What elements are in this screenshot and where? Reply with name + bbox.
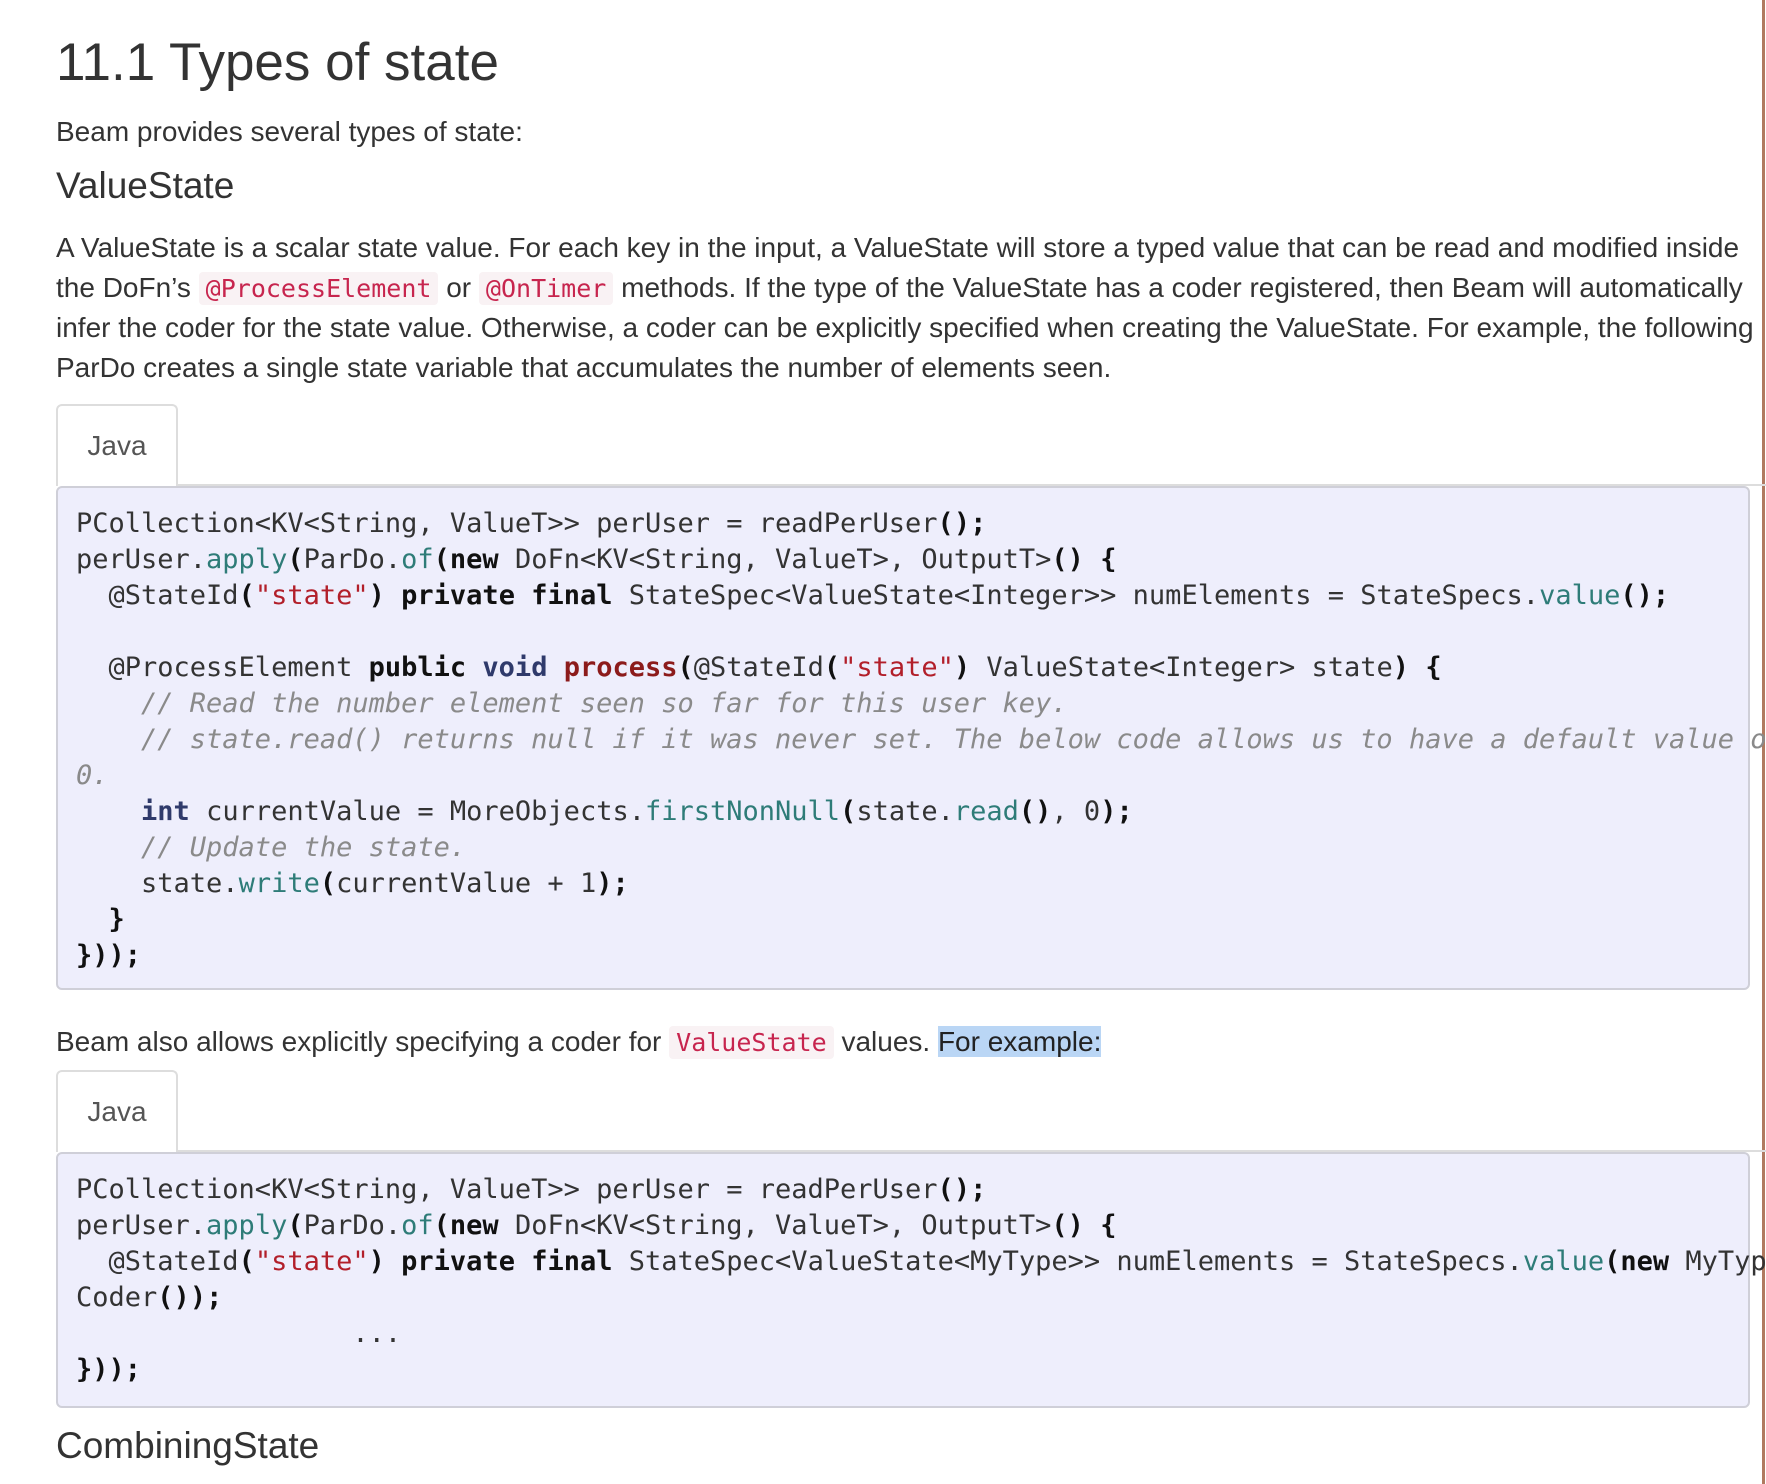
code-line: })); (76, 940, 142, 971)
desc-line: infer the coder for the state value. Oth… (56, 312, 1754, 343)
intro-text: Beam provides several types of state: (56, 116, 523, 147)
valuestate-description: A ValueState is a scalar state value. Fo… (56, 228, 1754, 388)
desc-line: ParDo creates a single state variable th… (56, 352, 1112, 383)
processelement-inline-code: @ProcessElement (198, 272, 439, 305)
page-title: 11.1 Types of state (56, 33, 499, 92)
code-block-coder: PCollection<KV<String, ValueT>> perUser … (56, 1152, 1766, 1408)
code-comment-line: // Update the state. (76, 832, 467, 863)
code-line: PCollection<KV<String, ValueT>> perUser … (76, 1174, 987, 1205)
code-line: @ProcessElement public void process(@Sta… (76, 652, 1442, 683)
code-block-valuestate: PCollection<KV<String, ValueT>> perUser … (56, 486, 1766, 990)
tab-java[interactable]: Java (56, 404, 178, 486)
desc-line: A ValueState is a scalar state value. Fo… (56, 232, 1740, 263)
code-line: PCollection<KV<String, ValueT>> perUser … (76, 508, 987, 539)
code-comment-line: // state.read() returns null if it was n… (76, 724, 1766, 755)
code-line: perUser.apply(ParDo.of(new DoFn<KV<Strin… (76, 1210, 1117, 1241)
code-comment-line: // Read the number element seen so far f… (76, 688, 1068, 719)
valuestate-inline-code: ValueState (669, 1026, 834, 1059)
code-line: @StateId("state") private final StateSpe… (76, 1246, 1766, 1277)
combiningstate-heading: CombiningState (56, 1425, 320, 1466)
code-comment-line: 0. (76, 760, 109, 791)
code-line: perUser.apply(ParDo.of(new DoFn<KV<Strin… (76, 544, 1117, 575)
valuestate-heading: ValueState (56, 165, 235, 206)
code-line: ... (76, 1318, 402, 1349)
code-line: @StateId("state") private final StateSpe… (76, 580, 1670, 611)
selected-text[interactable]: For example: (937, 1026, 1102, 1057)
code-line: state.write(currentValue + 1); (76, 868, 629, 899)
code-line: Coder()); (76, 1282, 223, 1313)
code-line: } (108, 904, 125, 935)
ontimer-inline-code: @OnTimer (478, 272, 614, 305)
code-line: })); (76, 1354, 142, 1385)
coder-paragraph: Beam also allows explicitly specifying a… (56, 1026, 1102, 1059)
tab-java-2[interactable]: Java (56, 1070, 178, 1152)
desc-line: the DoFn’s @ProcessElement or @OnTimer m… (56, 272, 1743, 305)
code-line: int currentValue = MoreObjects.firstNonN… (141, 796, 1133, 827)
